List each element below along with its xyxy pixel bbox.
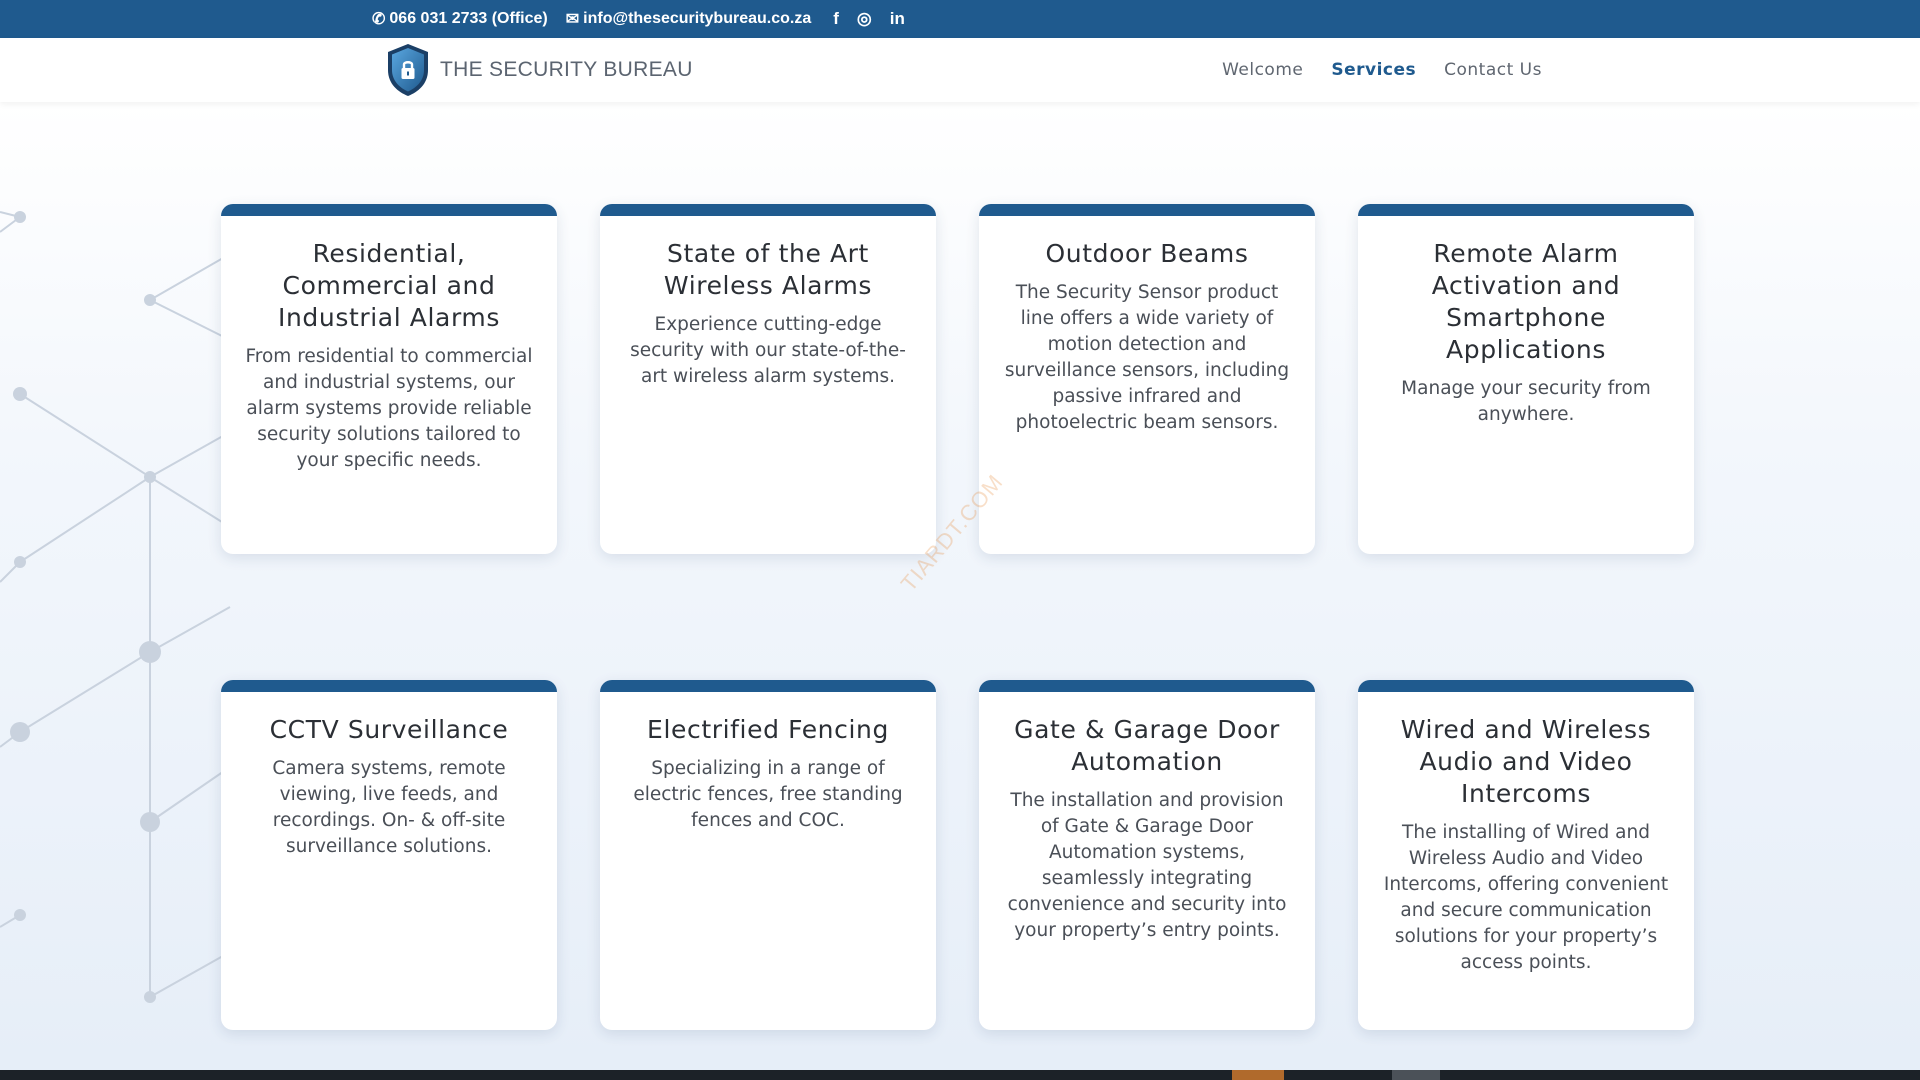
service-title: Remote Alarm Activation and Smartphone A… [1431,239,1621,364]
service-card[interactable]: CCTV Surveillance Camera systems, remote… [221,680,557,1030]
nav-services[interactable]: Services [1331,60,1416,80]
social-links: f ◎ in [833,9,905,29]
service-card[interactable]: Residential, Commercial and Industrial A… [221,204,557,554]
phone-link[interactable]: ✆ 066 031 2733 (Office) [372,9,548,29]
top-bar-contact: ✆ 066 031 2733 (Office) ✉ info@thesecuri… [372,0,905,38]
service-title: CCTV Surveillance [269,715,509,744]
service-title: State of the Art Wireless Alarms [663,239,873,300]
top-bar: ✆ 066 031 2733 (Office) ✉ info@thesecuri… [0,0,1920,38]
phone-number: 066 031 2733 (Office) [389,10,548,27]
service-card[interactable]: Electrified Fencing Specializing in a ra… [600,680,936,1030]
service-description: The Security Sensor product line offers … [1004,282,1290,433]
taskbar-app[interactable] [1232,1070,1284,1080]
site-header: THE SECURITY BUREAU Welcome Services Con… [0,38,1920,102]
service-description: The installation and provision of Gate &… [1007,790,1287,941]
service-description: The installing of Wired and Wireless Aud… [1383,822,1669,973]
service-card[interactable]: Gate & Garage Door Automation The instal… [979,680,1315,1030]
service-description: Specializing in a range of electric fenc… [633,758,903,831]
service-title: Outdoor Beams [1045,239,1249,268]
main-nav: Welcome Services Contact Us [1222,38,1542,102]
site-logo[interactable]: THE SECURITY BUREAU [384,42,693,98]
service-card[interactable]: Outdoor Beams The Security Sensor produc… [979,204,1315,554]
service-card[interactable]: Wired and Wireless Audio and Video Inter… [1358,680,1694,1030]
service-title: Residential, Commercial and Industrial A… [278,239,500,332]
service-card[interactable]: State of the Art Wireless Alarms Experie… [600,204,936,554]
facebook-icon[interactable]: f [833,9,839,29]
phone-icon: ✆ [372,11,386,28]
shield-lock-icon [388,44,428,96]
linkedin-icon[interactable]: in [890,9,905,29]
email-link[interactable]: ✉ info@thesecuritybureau.co.za [566,9,812,29]
nav-welcome[interactable]: Welcome [1222,60,1303,80]
envelope-icon: ✉ [565,11,580,28]
service-description: Experience cutting-edge security with ou… [630,314,906,387]
brand-name: THE SECURITY BUREAU [440,58,693,81]
os-taskbar [0,1070,1920,1080]
service-description: Camera systems, remote viewing, live fee… [272,758,506,857]
service-title: Wired and Wireless Audio and Video Inter… [1400,715,1652,808]
email-address: info@thesecuritybureau.co.za [583,10,812,27]
instagram-icon[interactable]: ◎ [857,9,872,29]
service-title: Electrified Fencing [647,715,889,744]
taskbar-app[interactable] [1392,1070,1440,1080]
service-description: Manage your security from anywhere. [1401,378,1651,425]
nav-contact-us[interactable]: Contact Us [1444,60,1542,80]
service-description: From residential to commercial and indus… [245,346,533,471]
service-card[interactable]: Remote Alarm Activation and Smartphone A… [1358,204,1694,554]
service-title: Gate & Garage Door Automation [1014,715,1280,776]
